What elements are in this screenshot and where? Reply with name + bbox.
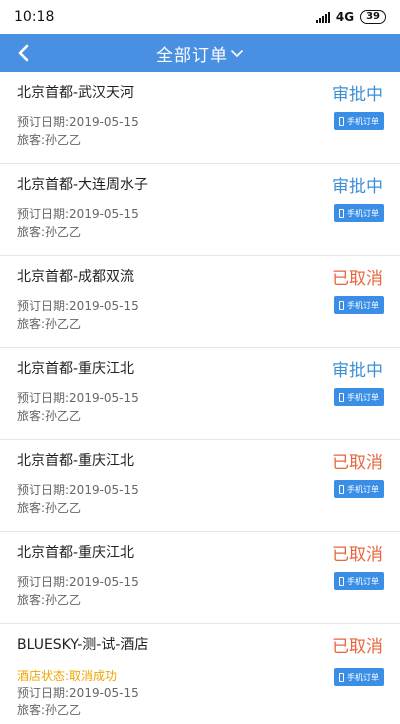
back-button[interactable]: [8, 34, 38, 72]
phone-icon: [339, 208, 344, 218]
order-route: 北京首都-重庆江北: [17, 545, 135, 561]
order-date: 预订日期:2019-05-15: [17, 297, 139, 314]
badge-label: 手机订单: [347, 392, 379, 402]
badge-label: 手机订单: [347, 116, 379, 126]
order-date: 预订日期:2019-05-15: [17, 684, 139, 701]
mobile-order-badge: 手机订单: [334, 480, 384, 498]
order-filter-dropdown[interactable]: 全部订单: [156, 41, 244, 66]
date-value: 2019-05-15: [69, 575, 139, 589]
chevron-down-icon: [231, 50, 243, 57]
mobile-order-badge: 手机订单: [334, 668, 384, 686]
phone-icon: [339, 300, 344, 310]
order-date: 预订日期:2019-05-15: [17, 113, 139, 130]
order-card[interactable]: 北京首都-重庆江北 审批中 预订日期:2019-05-15 旅客:孙乙乙 手机订…: [0, 348, 400, 440]
order-status: 审批中: [332, 85, 383, 105]
phone-icon: [339, 576, 344, 586]
mobile-order-badge: 手机订单: [334, 296, 384, 314]
phone-icon: [339, 116, 344, 126]
traveler-value: 孙乙乙: [45, 133, 82, 147]
order-date: 预订日期:2019-05-15: [17, 573, 139, 590]
mobile-order-badge: 手机订单: [334, 204, 384, 222]
date-label: 预订日期:: [17, 686, 70, 700]
order-date: 预订日期:2019-05-15: [17, 389, 139, 406]
order-card[interactable]: 北京首都-重庆江北 已取消 预订日期:2019-05-15 旅客:孙乙乙 手机订…: [0, 440, 400, 532]
date-value: 2019-05-15: [69, 115, 139, 129]
traveler-value: 孙乙乙: [45, 501, 82, 515]
traveler-value: 孙乙乙: [45, 225, 82, 239]
traveler-label: 旅客:: [17, 593, 46, 607]
traveler-value: 孙乙乙: [45, 317, 82, 331]
traveler-label: 旅客:: [17, 703, 46, 717]
date-label: 预订日期:: [17, 391, 70, 405]
order-traveler: 旅客:孙乙乙: [17, 407, 81, 424]
traveler-label: 旅客:: [17, 133, 46, 147]
order-route: BLUESKY-测-试-酒店: [17, 637, 149, 653]
traveler-value: 孙乙乙: [45, 409, 82, 423]
traveler-label: 旅客:: [17, 501, 46, 515]
order-traveler: 旅客:孙乙乙: [17, 315, 81, 332]
order-date: 预订日期:2019-05-15: [17, 205, 139, 222]
badge-label: 手机订单: [347, 576, 379, 586]
date-value: 2019-05-15: [69, 299, 139, 313]
order-status: 已取消: [332, 545, 383, 565]
phone-icon: [339, 484, 344, 494]
hotel-status: 酒店状态:取消成功: [17, 669, 118, 683]
order-route: 北京首都-武汉天河: [17, 85, 135, 101]
traveler-label: 旅客:: [17, 225, 46, 239]
order-status: 审批中: [332, 177, 383, 197]
order-traveler: 旅客:孙乙乙: [17, 131, 81, 148]
order-card[interactable]: 北京首都-大连周水子 审批中 预订日期:2019-05-15 旅客:孙乙乙 手机…: [0, 164, 400, 256]
status-bar: 10:18 4G 39: [0, 0, 400, 34]
order-card[interactable]: 北京首都-武汉天河 审批中 预订日期:2019-05-15 旅客:孙乙乙 手机订…: [0, 72, 400, 164]
date-value: 2019-05-15: [69, 483, 139, 497]
order-list: 北京首都-武汉天河 审批中 预订日期:2019-05-15 旅客:孙乙乙 手机订…: [0, 72, 400, 724]
order-card[interactable]: BLUESKY-测-试-酒店 已取消 酒店状态:取消成功 预订日期:2019-0…: [0, 624, 400, 724]
order-route: 北京首都-成都双流: [17, 269, 135, 285]
traveler-value: 孙乙乙: [45, 703, 82, 717]
date-label: 预订日期:: [17, 483, 70, 497]
badge-label: 手机订单: [347, 672, 379, 682]
order-card[interactable]: 北京首都-重庆江北 已取消 预订日期:2019-05-15 旅客:孙乙乙 手机订…: [0, 532, 400, 624]
date-value: 2019-05-15: [69, 207, 139, 221]
order-traveler: 旅客:孙乙乙: [17, 499, 81, 516]
traveler-value: 孙乙乙: [45, 593, 82, 607]
order-status: 已取消: [332, 637, 383, 657]
nav-bar: 全部订单: [0, 34, 400, 72]
phone-icon: [339, 392, 344, 402]
network-type: 4G: [335, 10, 355, 24]
order-traveler: 旅客:孙乙乙: [17, 701, 81, 718]
phone-icon: [339, 672, 344, 682]
date-label: 预订日期:: [17, 207, 70, 221]
order-route: 北京首都-大连周水子: [17, 177, 149, 193]
badge-label: 手机订单: [347, 300, 379, 310]
status-time: 10:18: [14, 9, 55, 25]
order-route: 北京首都-重庆江北: [17, 361, 135, 377]
date-value: 2019-05-15: [69, 391, 139, 405]
chevron-left-icon: [18, 44, 29, 62]
signal-icon: [315, 11, 330, 23]
order-traveler: 旅客:孙乙乙: [17, 223, 81, 240]
order-date: 预订日期:2019-05-15: [17, 481, 139, 498]
status-indicators: 4G 39: [315, 10, 386, 24]
order-status: 已取消: [332, 453, 383, 473]
mobile-order-badge: 手机订单: [334, 572, 384, 590]
traveler-label: 旅客:: [17, 317, 46, 331]
order-status: 已取消: [332, 269, 383, 289]
order-traveler: 旅客:孙乙乙: [17, 591, 81, 608]
mobile-order-badge: 手机订单: [334, 112, 384, 130]
order-status: 审批中: [332, 361, 383, 381]
badge-label: 手机订单: [347, 484, 379, 494]
date-label: 预订日期:: [17, 115, 70, 129]
date-label: 预订日期:: [17, 575, 70, 589]
page-title: 全部订单: [156, 45, 228, 66]
battery-level: 39: [360, 10, 386, 24]
order-route: 北京首都-重庆江北: [17, 453, 135, 469]
date-label: 预订日期:: [17, 299, 70, 313]
badge-label: 手机订单: [347, 208, 379, 218]
traveler-label: 旅客:: [17, 409, 46, 423]
mobile-order-badge: 手机订单: [334, 388, 384, 406]
order-card[interactable]: 北京首都-成都双流 已取消 预订日期:2019-05-15 旅客:孙乙乙 手机订…: [0, 256, 400, 348]
date-value: 2019-05-15: [69, 686, 139, 700]
